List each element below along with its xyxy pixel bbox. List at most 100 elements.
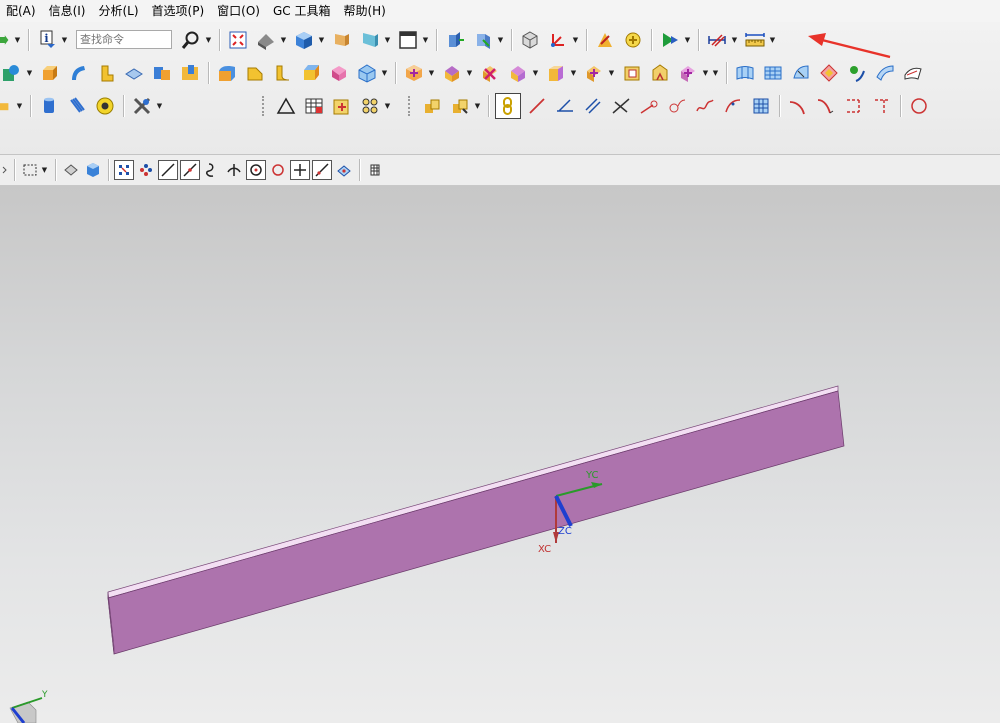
snap-line-icon[interactable]: [158, 160, 178, 180]
snap-curve-icon[interactable]: [202, 160, 222, 180]
dropdown-arrow-icon[interactable]: ▼: [422, 36, 429, 44]
grid-icon[interactable]: [365, 160, 385, 180]
dropdown-arrow-icon[interactable]: ▼: [14, 36, 21, 44]
circle-icon[interactable]: [907, 94, 931, 118]
edge-blend-icon[interactable]: [215, 61, 239, 85]
dropdown-arrow-icon[interactable]: ▼: [205, 36, 212, 44]
rendering-style-icon[interactable]: [254, 28, 278, 52]
menu-information[interactable]: 信息(I): [43, 0, 93, 22]
command-search-input[interactable]: [76, 30, 172, 49]
dropdown-arrow-icon[interactable]: ▼: [608, 69, 615, 77]
parallel-lines-icon[interactable]: [581, 94, 605, 118]
menu-help[interactable]: 帮助(H): [337, 0, 392, 22]
sketch-feature-icon[interactable]: [0, 61, 24, 85]
add-sketch-icon[interactable]: [330, 94, 354, 118]
dropdown-arrow-icon[interactable]: ▼: [384, 36, 391, 44]
chain-link-icon[interactable]: [495, 92, 521, 119]
cylinder-icon[interactable]: [37, 94, 61, 118]
offset-surface-icon[interactable]: [901, 61, 925, 85]
wcs-icon[interactable]: [546, 28, 570, 52]
fit-view-icon[interactable]: [226, 28, 250, 52]
delete-face-icon[interactable]: [478, 61, 502, 85]
sweep-icon[interactable]: [66, 61, 90, 85]
dimension-icon[interactable]: [705, 28, 729, 52]
selection-rectangle-icon[interactable]: [20, 160, 40, 180]
graphics-viewport[interactable]: YC XC ZC Y: [0, 186, 1000, 723]
dropdown-arrow-icon[interactable]: ▼: [26, 69, 33, 77]
menu-gc-toolbox[interactable]: GC 工具箱: [267, 0, 338, 22]
select-face-icon[interactable]: [61, 160, 81, 180]
layer-icon[interactable]: [330, 28, 354, 52]
studio-surface-icon[interactable]: [789, 61, 813, 85]
search-icon[interactable]: [179, 28, 203, 52]
grid-surface-icon[interactable]: [749, 94, 773, 118]
shaded-cube-icon[interactable]: [292, 28, 316, 52]
curve-trim-icon[interactable]: [786, 94, 810, 118]
table-icon[interactable]: [302, 94, 326, 118]
fit-curve-icon[interactable]: [721, 94, 745, 118]
part-navigator-icon[interactable]: [518, 28, 542, 52]
dropdown-arrow-icon[interactable]: ▼: [572, 36, 579, 44]
copy-face-icon[interactable]: [676, 61, 700, 85]
dropdown-arrow-icon[interactable]: ▼: [466, 69, 473, 77]
select-body-icon[interactable]: [83, 160, 103, 180]
dropdown-arrow-icon[interactable]: ▼: [684, 36, 691, 44]
dropdown-arrow-icon[interactable]: ▼: [381, 69, 388, 77]
extend-sheet-icon[interactable]: [873, 61, 897, 85]
snap-endpoint-icon[interactable]: [114, 160, 134, 180]
unite-icon[interactable]: [150, 61, 174, 85]
menu-preferences[interactable]: 首选项(P): [146, 0, 212, 22]
triangle-icon[interactable]: [274, 94, 298, 118]
dropdown-arrow-icon[interactable]: ▼: [702, 69, 709, 77]
through-curves-icon[interactable]: [733, 61, 757, 85]
line-icon[interactable]: [525, 94, 549, 118]
angle-line-icon[interactable]: [553, 94, 577, 118]
toolbar-grip[interactable]: [262, 95, 268, 116]
toolbar-grip[interactable]: [408, 95, 414, 116]
synchronous-move-icon[interactable]: [402, 61, 426, 85]
revolve-icon[interactable]: [94, 61, 118, 85]
dropdown-arrow-icon[interactable]: ▼: [156, 102, 163, 110]
spline-icon[interactable]: [693, 94, 717, 118]
snap-point-on-face-icon[interactable]: [334, 160, 354, 180]
snap-intersection-icon[interactable]: [224, 160, 244, 180]
arc-icon[interactable]: [665, 94, 689, 118]
snap-point-icon[interactable]: [621, 28, 645, 52]
gear-icon[interactable]: [93, 94, 117, 118]
measure-tape-icon[interactable]: [743, 28, 767, 52]
tools-crossed-icon[interactable]: [130, 94, 154, 118]
dropdown-arrow-icon[interactable]: ▼: [731, 36, 738, 44]
replace-face-icon[interactable]: [506, 61, 530, 85]
dropdown-arrow-icon[interactable]: ▼: [428, 69, 435, 77]
face-blend-icon[interactable]: [271, 61, 295, 85]
assembly-constraint-icon[interactable]: [448, 94, 472, 118]
dropdown-arrow-icon[interactable]: ▼: [769, 36, 776, 44]
shell-icon[interactable]: [327, 61, 351, 85]
dropdown-arrow-icon[interactable]: ▼: [474, 102, 481, 110]
information-icon[interactable]: i: [35, 28, 59, 52]
curve-extend-icon[interactable]: [814, 94, 838, 118]
dropdown-arrow-icon[interactable]: ▼: [280, 36, 287, 44]
dropdown-arrow-icon[interactable]: ▼: [570, 69, 577, 77]
dropdown-arrow-icon[interactable]: ▼: [497, 36, 504, 44]
dropdown-arrow-icon[interactable]: ▼: [318, 36, 325, 44]
move-face-icon[interactable]: [471, 28, 495, 52]
snap-grid-icon[interactable]: [136, 160, 156, 180]
label-chamfer-icon[interactable]: [648, 61, 672, 85]
dropdown-arrow-icon[interactable]: ▼: [61, 36, 68, 44]
green-arrow-icon[interactable]: [0, 28, 12, 52]
block-icon[interactable]: [38, 61, 62, 85]
assembly-component-icon[interactable]: [420, 94, 444, 118]
subtract-icon[interactable]: [178, 61, 202, 85]
perpendicular-line-icon[interactable]: [609, 94, 633, 118]
group-face-icon[interactable]: [582, 61, 606, 85]
spring-icon[interactable]: [65, 94, 89, 118]
dropdown-arrow-icon[interactable]: ▼: [41, 166, 48, 174]
plate-part[interactable]: [107, 385, 845, 655]
snap-quadrant-icon[interactable]: [268, 160, 288, 180]
thicken-icon[interactable]: [122, 61, 146, 85]
snap-midpoint-icon[interactable]: [180, 160, 200, 180]
measure-distance-icon[interactable]: [593, 28, 617, 52]
background-color-icon[interactable]: [396, 28, 420, 52]
fillet-curve-icon[interactable]: [870, 94, 894, 118]
